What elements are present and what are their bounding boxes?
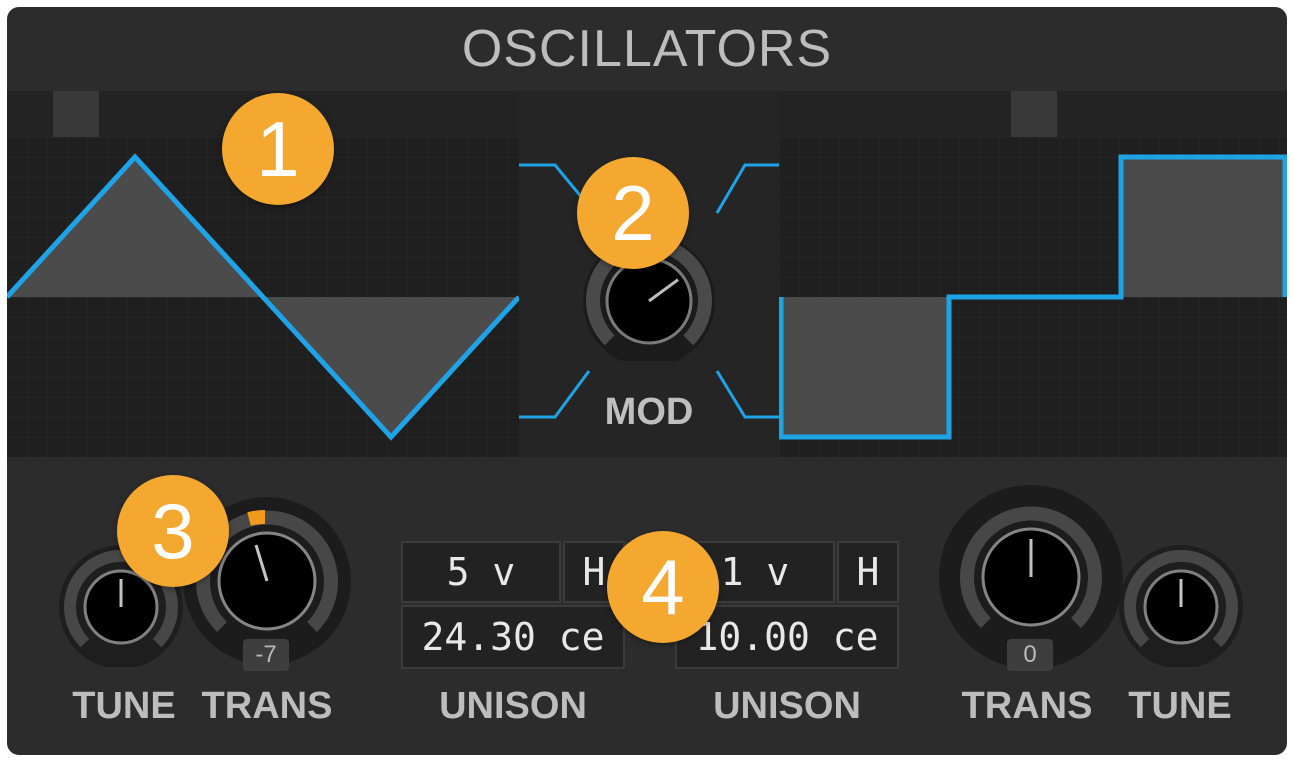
osc1-unison-voices[interactable]: 5 v <box>401 541 561 603</box>
osc1-unison-detune[interactable]: 24.30 ce <box>401 605 625 669</box>
osc2-trans-label: TRANS <box>961 685 1093 727</box>
osc1-trans-value: -7 <box>243 639 289 671</box>
osc2-unison-label: UNISON <box>713 685 861 727</box>
osc2-tab[interactable] <box>1011 91 1057 137</box>
mod-line-top-right <box>715 163 779 214</box>
callout-badge-1: 1 <box>222 93 334 205</box>
callout-badge-3: 3 <box>117 475 229 587</box>
mod-section: MOD <box>519 91 779 457</box>
osc1-tab[interactable] <box>53 91 99 137</box>
callout-badge-2: 2 <box>577 157 689 269</box>
mod-line-top-left <box>519 163 585 200</box>
osc2-wave-fill-high <box>1121 157 1287 297</box>
osc1-trans-label: TRANS <box>201 685 333 727</box>
osc2-waveform-display[interactable] <box>779 137 1287 457</box>
osc1-tune-label: TUNE <box>72 685 176 727</box>
osc2-unison-mode[interactable]: H <box>837 541 899 603</box>
panel-title: OSCILLATORS <box>461 20 833 78</box>
oscillators-panel: OSCILLATORS MOD -7 TUNE TRANS 5 v H 24.3… <box>7 7 1287 755</box>
osc1-unison-label: UNISON <box>439 685 587 727</box>
trans-indicator <box>247 509 266 526</box>
osc2-tune-label: TUNE <box>1128 685 1232 727</box>
callout-badge-4: 4 <box>607 531 719 643</box>
osc2-trans-value: 0 <box>1007 639 1053 671</box>
osc2-tune-knob[interactable] <box>1103 537 1263 667</box>
mod-label: MOD <box>604 391 694 433</box>
osc2-wave-fill-low <box>781 297 949 437</box>
